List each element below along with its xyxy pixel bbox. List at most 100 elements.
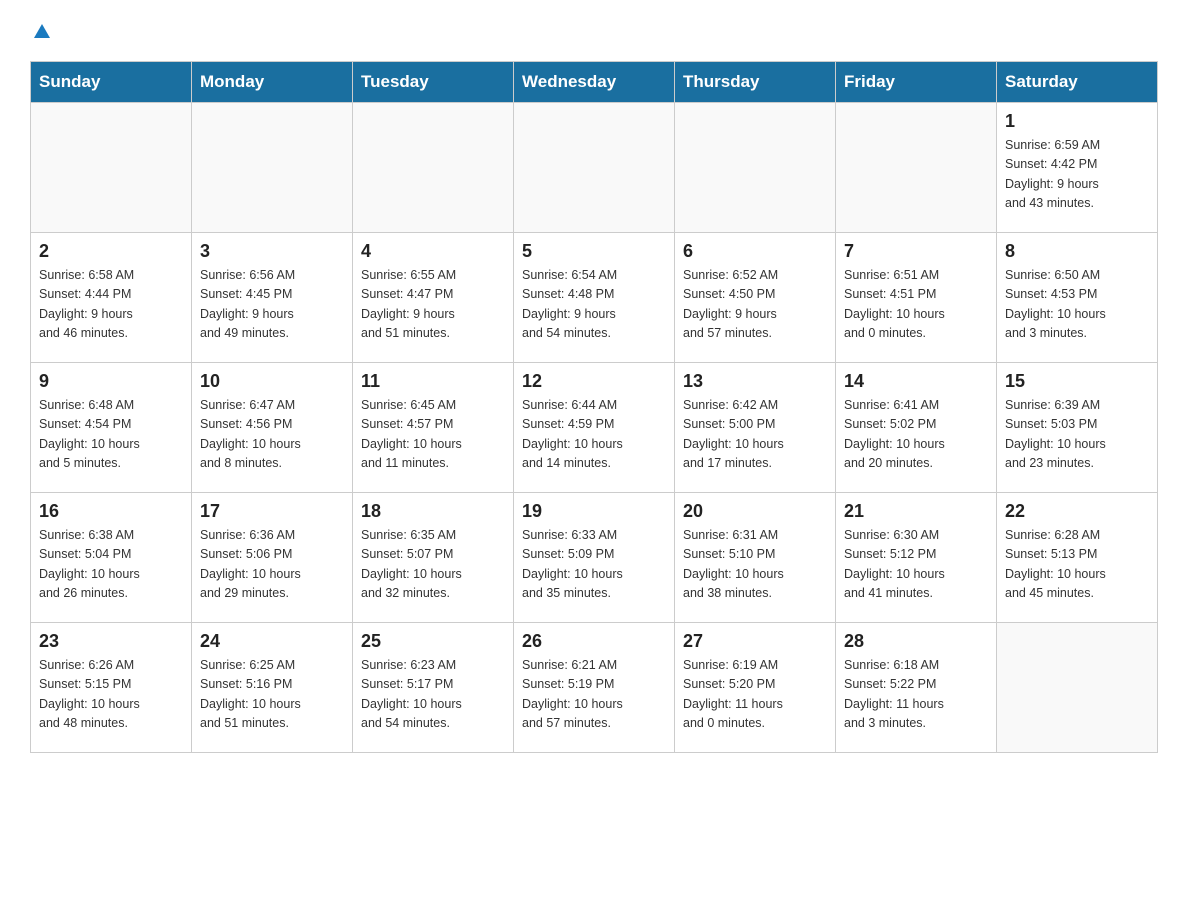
- day-number: 20: [683, 501, 827, 522]
- calendar-cell: 25Sunrise: 6:23 AM Sunset: 5:17 PM Dayli…: [353, 623, 514, 753]
- day-number: 13: [683, 371, 827, 392]
- calendar-table: Sunday Monday Tuesday Wednesday Thursday…: [30, 61, 1158, 753]
- calendar-cell: [514, 103, 675, 233]
- day-info: Sunrise: 6:52 AM Sunset: 4:50 PM Dayligh…: [683, 266, 827, 344]
- calendar-cell: [836, 103, 997, 233]
- day-number: 18: [361, 501, 505, 522]
- calendar-cell: 17 Sunrise: 6:36 AM Sunset: 5:06 PM Dayli…: [192, 493, 353, 623]
- day-number: 5: [522, 241, 666, 262]
- calendar-cell: 26 Sunrise: 6:21 AM Sunset: 5:19 PM Dayli…: [514, 623, 675, 753]
- day-info: Sunrise: 6:25 AM Sunset: 5:16 PM Dayligh…: [200, 656, 344, 734]
- day-info: Sunrise: 6:44 AM Sunset: 4:59 PM Dayligh…: [522, 396, 666, 474]
- calendar-cell: 3 Sunrise: 6:56 AM Sunset: 4:45 PM Daylig…: [192, 233, 353, 363]
- calendar-cell: [997, 623, 1158, 753]
- day-number: 17: [200, 501, 344, 522]
- col-tuesday: Tuesday: [353, 62, 514, 103]
- day-number: 2: [39, 241, 183, 262]
- calendar-week-1: 1 Sunrise: 6:59 AM Sunset: 4:42 PM Daylig…: [31, 103, 1158, 233]
- day-info: Sunrise: 6:35 AM Sunset: 5:07 PM Dayligh…: [361, 526, 505, 604]
- day-number: 21: [844, 501, 988, 522]
- day-number: 19: [522, 501, 666, 522]
- calendar-cell: 4 Sunrise: 6:55 AM Sunset: 4:47 PM Daylig…: [353, 233, 514, 363]
- calendar-cell: [192, 103, 353, 233]
- day-info: Sunrise: 6:45 AM Sunset: 4:57 PM Dayligh…: [361, 396, 505, 474]
- calendar-cell: 11 Sunrise: 6:45 AM Sunset: 4:57 PM Dayli…: [353, 363, 514, 493]
- calendar-cell: 10 Sunrise: 6:47 AM Sunset: 4:56 PM Dayli…: [192, 363, 353, 493]
- header-row: Sunday Monday Tuesday Wednesday Thursday…: [31, 62, 1158, 103]
- day-number: 26: [522, 631, 666, 652]
- col-thursday: Thursday: [675, 62, 836, 103]
- calendar-body: 1 Sunrise: 6:59 AM Sunset: 4:42 PM Daylig…: [31, 103, 1158, 753]
- day-number: 4: [361, 241, 505, 262]
- day-number: 23: [39, 631, 183, 652]
- day-number: 12: [522, 371, 666, 392]
- day-info: Sunrise: 6:21 AM Sunset: 5:19 PM Dayligh…: [522, 656, 666, 734]
- calendar-header: Sunday Monday Tuesday Wednesday Thursday…: [31, 62, 1158, 103]
- day-number: 9: [39, 371, 183, 392]
- calendar-cell: [31, 103, 192, 233]
- calendar-cell: 1 Sunrise: 6:59 AM Sunset: 4:42 PM Daylig…: [997, 103, 1158, 233]
- day-info: Sunrise: 6:56 AM Sunset: 4:45 PM Dayligh…: [200, 266, 344, 344]
- col-monday: Monday: [192, 62, 353, 103]
- day-info: Sunrise: 6:50 AM Sunset: 4:53 PM Dayligh…: [1005, 266, 1149, 344]
- calendar-week-4: 16 Sunrise: 6:38 AM Sunset: 5:04 PM Dayli…: [31, 493, 1158, 623]
- calendar-cell: 9 Sunrise: 6:48 AM Sunset: 4:54 PM Daylig…: [31, 363, 192, 493]
- day-number: 24: [200, 631, 344, 652]
- day-info: Sunrise: 6:54 AM Sunset: 4:48 PM Dayligh…: [522, 266, 666, 344]
- day-info: Sunrise: 6:47 AM Sunset: 4:56 PM Dayligh…: [200, 396, 344, 474]
- day-number: 22: [1005, 501, 1149, 522]
- day-info: Sunrise: 6:51 AM Sunset: 4:51 PM Dayligh…: [844, 266, 988, 344]
- calendar-cell: 21 Sunrise: 6:30 AM Sunset: 5:12 PM Dayli…: [836, 493, 997, 623]
- day-info: Sunrise: 6:26 AM Sunset: 5:15 PM Dayligh…: [39, 656, 183, 734]
- calendar-cell: 22 Sunrise: 6:28 AM Sunset: 5:13 PM Dayli…: [997, 493, 1158, 623]
- day-number: 3: [200, 241, 344, 262]
- day-info: Sunrise: 6:28 AM Sunset: 5:13 PM Dayligh…: [1005, 526, 1149, 604]
- day-info: Sunrise: 6:33 AM Sunset: 5:09 PM Dayligh…: [522, 526, 666, 604]
- day-number: 14: [844, 371, 988, 392]
- day-info: Sunrise: 6:38 AM Sunset: 5:04 PM Dayligh…: [39, 526, 183, 604]
- day-info: Sunrise: 6:48 AM Sunset: 4:54 PM Dayligh…: [39, 396, 183, 474]
- day-info: Sunrise: 6:42 AM Sunset: 5:00 PM Dayligh…: [683, 396, 827, 474]
- calendar-cell: 28Sunrise: 6:18 AM Sunset: 5:22 PM Dayli…: [836, 623, 997, 753]
- calendar-cell: 15Sunrise: 6:39 AM Sunset: 5:03 PM Dayli…: [997, 363, 1158, 493]
- calendar-week-5: 23 Sunrise: 6:26 AM Sunset: 5:15 PM Dayli…: [31, 623, 1158, 753]
- calendar-cell: 14Sunrise: 6:41 AM Sunset: 5:02 PM Dayli…: [836, 363, 997, 493]
- calendar-cell: 20 Sunrise: 6:31 AM Sunset: 5:10 PM Dayli…: [675, 493, 836, 623]
- logo: [30, 20, 52, 41]
- page-header: [30, 20, 1158, 41]
- day-number: 11: [361, 371, 505, 392]
- day-info: Sunrise: 6:36 AM Sunset: 5:06 PM Dayligh…: [200, 526, 344, 604]
- calendar-cell: 24 Sunrise: 6:25 AM Sunset: 5:16 PM Dayli…: [192, 623, 353, 753]
- calendar-cell: [675, 103, 836, 233]
- col-saturday: Saturday: [997, 62, 1158, 103]
- calendar-week-3: 9 Sunrise: 6:48 AM Sunset: 4:54 PM Daylig…: [31, 363, 1158, 493]
- calendar-cell: 18 Sunrise: 6:35 AM Sunset: 5:07 PM Dayli…: [353, 493, 514, 623]
- day-number: 16: [39, 501, 183, 522]
- day-number: 27: [683, 631, 827, 652]
- calendar-cell: 19 Sunrise: 6:33 AM Sunset: 5:09 PM Dayli…: [514, 493, 675, 623]
- col-sunday: Sunday: [31, 62, 192, 103]
- day-info: Sunrise: 6:55 AM Sunset: 4:47 PM Dayligh…: [361, 266, 505, 344]
- day-info: Sunrise: 6:18 AM Sunset: 5:22 PM Dayligh…: [844, 656, 988, 734]
- calendar-cell: 27Sunrise: 6:19 AM Sunset: 5:20 PM Dayli…: [675, 623, 836, 753]
- day-info: Sunrise: 6:59 AM Sunset: 4:42 PM Dayligh…: [1005, 136, 1149, 214]
- calendar-cell: 6 Sunrise: 6:52 AM Sunset: 4:50 PM Daylig…: [675, 233, 836, 363]
- calendar-cell: 16 Sunrise: 6:38 AM Sunset: 5:04 PM Dayli…: [31, 493, 192, 623]
- day-number: 10: [200, 371, 344, 392]
- calendar-cell: 13 Sunrise: 6:42 AM Sunset: 5:00 PM Dayli…: [675, 363, 836, 493]
- day-number: 1: [1005, 111, 1149, 132]
- col-wednesday: Wednesday: [514, 62, 675, 103]
- col-friday: Friday: [836, 62, 997, 103]
- day-number: 8: [1005, 241, 1149, 262]
- day-info: Sunrise: 6:30 AM Sunset: 5:12 PM Dayligh…: [844, 526, 988, 604]
- calendar-cell: [353, 103, 514, 233]
- calendar-week-2: 2 Sunrise: 6:58 AM Sunset: 4:44 PM Daylig…: [31, 233, 1158, 363]
- day-number: 15: [1005, 371, 1149, 392]
- day-number: 6: [683, 241, 827, 262]
- day-info: Sunrise: 6:58 AM Sunset: 4:44 PM Dayligh…: [39, 266, 183, 344]
- calendar-cell: 23 Sunrise: 6:26 AM Sunset: 5:15 PM Dayli…: [31, 623, 192, 753]
- calendar-cell: 8 Sunrise: 6:50 AM Sunset: 4:53 PM Daylig…: [997, 233, 1158, 363]
- logo-triangle-icon: [32, 20, 52, 45]
- day-info: Sunrise: 6:31 AM Sunset: 5:10 PM Dayligh…: [683, 526, 827, 604]
- calendar-cell: 5 Sunrise: 6:54 AM Sunset: 4:48 PM Daylig…: [514, 233, 675, 363]
